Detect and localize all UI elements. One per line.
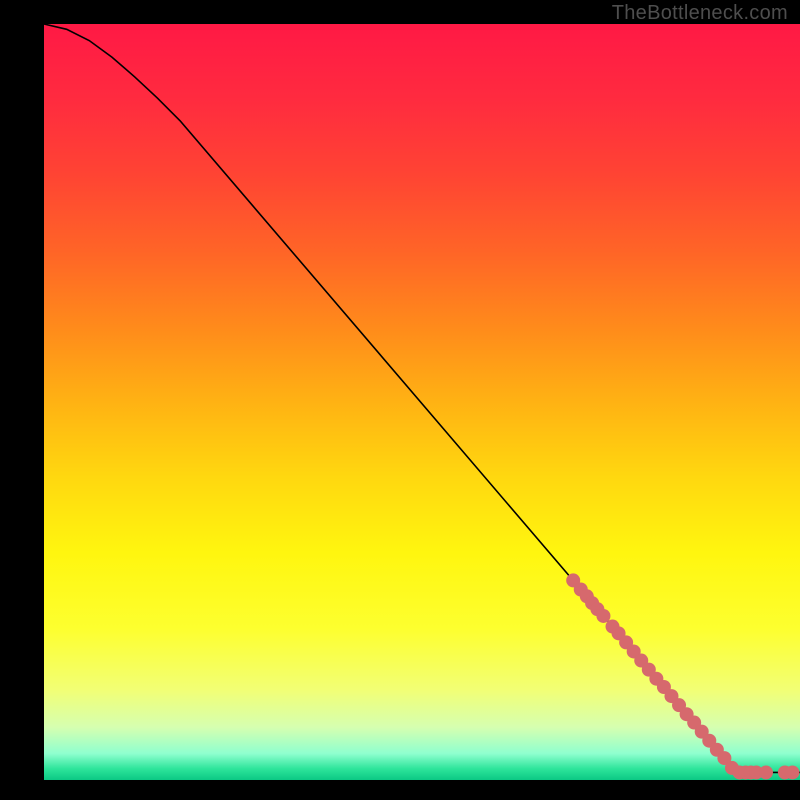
attribution-text: TheBottleneck.com [612, 2, 788, 25]
data-point [759, 765, 773, 779]
chart-plot [0, 0, 800, 800]
data-point [785, 765, 799, 779]
data-point [596, 609, 610, 623]
chart-container: TheBottleneck.com [0, 0, 800, 800]
